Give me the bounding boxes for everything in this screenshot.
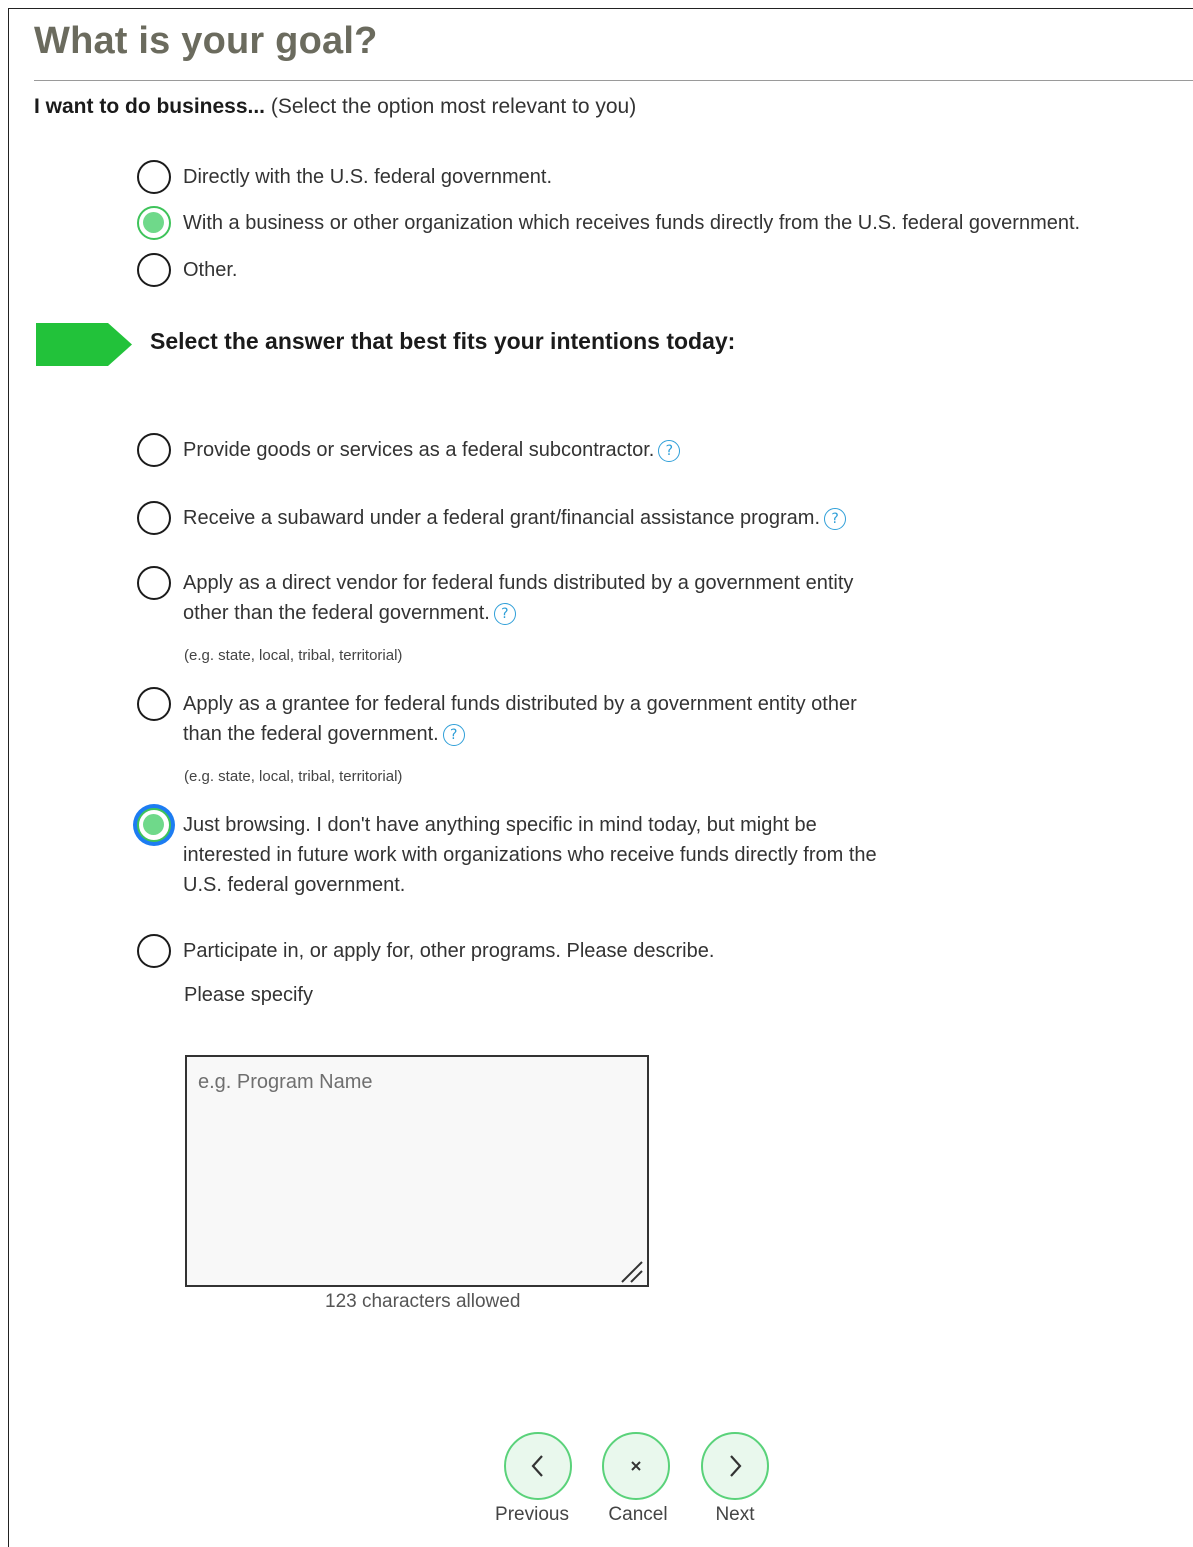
option-hint: (e.g. state, local, tribal, territorial): [184, 768, 403, 785]
option-label: Directly with the U.S. federal governmen…: [183, 166, 553, 188]
option-label-line2: than the federal government.: [183, 723, 439, 745]
option-label: Receive a subaward under a federal grant…: [183, 507, 821, 529]
question-circle-icon[interactable]: ?: [442, 724, 465, 746]
intention-option-grantee[interactable]: Apply as a grantee for federal funds dis…: [137, 687, 857, 749]
next-label: Next: [715, 1504, 755, 1525]
radio-button-selected[interactable]: [137, 808, 171, 842]
chevron-left-icon: [531, 1455, 543, 1477]
option-label-line1: Just browsing. I don't have anything spe…: [183, 814, 817, 836]
question-circle-icon[interactable]: ?: [493, 603, 516, 625]
intentions-heading: Select the answer that best fits your in…: [150, 328, 736, 354]
intention-option-direct-vendor[interactable]: Apply as a direct vendor for federal fun…: [137, 566, 853, 628]
green-arrow-icon: [36, 323, 132, 366]
program-name-textarea[interactable]: [185, 1055, 649, 1287]
previous-button[interactable]: [504, 1432, 572, 1500]
radio-button[interactable]: [137, 433, 171, 467]
radio-button[interactable]: [137, 160, 171, 194]
option-label-line1: Apply as a direct vendor for federal fun…: [183, 572, 854, 594]
chevron-right-icon: [730, 1455, 742, 1477]
option-label: Provide goods or services as a federal s…: [183, 439, 655, 461]
radio-button[interactable]: [137, 253, 171, 287]
business-option-indirect[interactable]: With a business or other organization wh…: [137, 206, 1080, 240]
title-divider: [34, 80, 1193, 81]
business-option-direct[interactable]: Directly with the U.S. federal governmen…: [137, 160, 552, 194]
next-button[interactable]: [701, 1432, 769, 1500]
previous-label: Previous: [495, 1504, 569, 1525]
radio-button[interactable]: [137, 687, 171, 721]
intention-option-other-programs[interactable]: Participate in, or apply for, other prog…: [137, 934, 714, 968]
intention-option-just-browsing[interactable]: Just browsing. I don't have anything spe…: [137, 808, 877, 900]
option-label: Participate in, or apply for, other prog…: [183, 940, 715, 962]
option-label-wrap: Just browsing. I don't have anything spe…: [183, 810, 877, 900]
option-label: With a business or other organization wh…: [183, 212, 1081, 234]
option-label-wrap: Apply as a direct vendor for federal fun…: [183, 568, 853, 628]
intention-option-subcontractor[interactable]: Provide goods or services as a federal s…: [137, 433, 681, 467]
option-label-line2: interested in future work with organizat…: [183, 844, 877, 866]
question-circle-icon[interactable]: ?: [658, 440, 681, 462]
option-label: Other.: [183, 259, 238, 281]
option-hint: (e.g. state, local, tribal, territorial): [184, 647, 403, 664]
cancel-button[interactable]: [602, 1432, 670, 1500]
option-label-wrap: Receive a subaward under a federal grant…: [183, 503, 847, 533]
radio-button-selected[interactable]: [137, 206, 171, 240]
resize-grip-icon[interactable]: [618, 1258, 644, 1284]
page-title: What is your goal?: [34, 20, 378, 62]
option-label-line1: Apply as a grantee for federal funds dis…: [183, 693, 857, 715]
radio-button[interactable]: [137, 566, 171, 600]
character-count: 123 characters allowed: [325, 1291, 521, 1312]
question-text: I want to do business... (Select the opt…: [34, 95, 636, 119]
specify-label: Please specify: [184, 984, 313, 1006]
cancel-label: Cancel: [608, 1504, 668, 1525]
option-label-line3: U.S. federal government.: [183, 874, 406, 896]
question-instruction: (Select the option most relevant to you): [265, 95, 637, 118]
option-label-wrap: Apply as a grantee for federal funds dis…: [183, 689, 857, 749]
question-bold: I want to do business...: [34, 95, 266, 118]
close-icon: [631, 1461, 641, 1471]
option-label-wrap: Provide goods or services as a federal s…: [183, 435, 681, 465]
radio-button[interactable]: [137, 501, 171, 535]
option-label-line2: other than the federal government.: [183, 602, 490, 624]
business-option-other[interactable]: Other.: [137, 253, 237, 287]
question-circle-icon[interactable]: ?: [824, 508, 847, 530]
intention-option-subaward[interactable]: Receive a subaward under a federal grant…: [137, 501, 847, 535]
radio-button[interactable]: [137, 934, 171, 968]
